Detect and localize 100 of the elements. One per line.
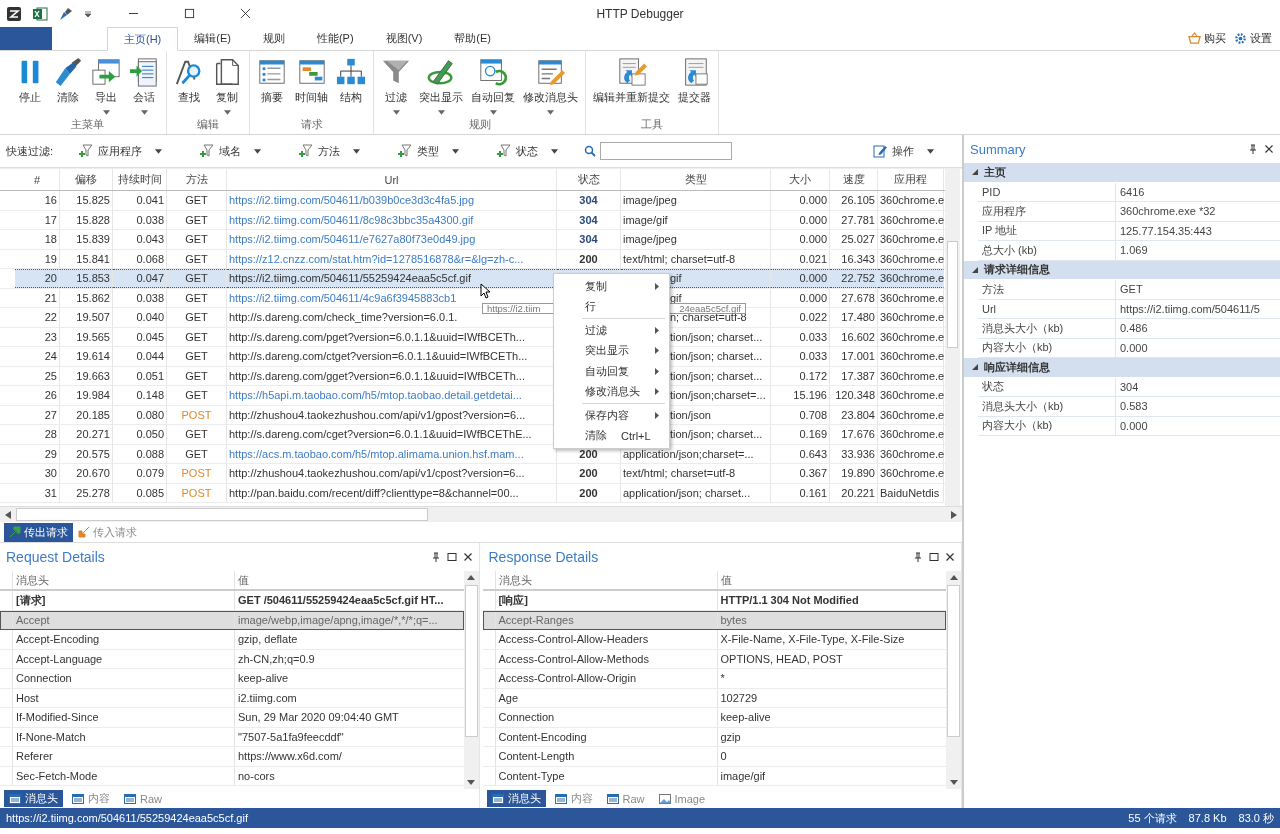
maximize-icon[interactable]	[929, 552, 939, 562]
scroll-up-icon[interactable]	[467, 575, 475, 580]
scrollbar[interactable]	[463, 571, 479, 789]
table-cell[interactable]: 25	[15, 366, 60, 385]
column-header[interactable]: 大小	[771, 169, 830, 190]
pin-icon[interactable]	[913, 552, 923, 562]
header-row[interactable]: Sec-Fetch-Mode no-cors	[0, 766, 464, 786]
maximize-icon[interactable]	[446, 552, 457, 562]
header-row[interactable]: Access-Control-Allow-Headers X-File-Name, X-File-Type, X-File-Size	[482, 630, 946, 650]
menu-item[interactable]: 自动回复	[554, 361, 669, 382]
menu-item[interactable]: 清除 Ctrl+L	[554, 425, 669, 446]
column-header[interactable]: 应用程	[878, 169, 944, 190]
menu-tab[interactable]: 性能(P)	[300, 27, 370, 50]
app-logo-icon[interactable]	[6, 5, 22, 22]
column-header[interactable]: 状态	[557, 169, 621, 190]
column-header[interactable]: 值	[234, 571, 464, 589]
scroll-down-icon[interactable]	[949, 780, 958, 785]
menu-item[interactable]: 行	[554, 296, 669, 317]
ribbon-button[interactable]: 查找	[170, 55, 208, 117]
menu-tab[interactable]: 编辑(E)	[178, 27, 247, 50]
maximize-icon[interactable]	[184, 8, 195, 19]
column-header[interactable]: 方法	[167, 169, 227, 190]
table-cell[interactable]: 29	[15, 444, 60, 463]
section-header[interactable]: 主页	[964, 163, 1280, 183]
header-row[interactable]: Content-Length 0	[482, 747, 946, 767]
view-tab[interactable]: Image	[653, 791, 711, 806]
header-row[interactable]: If-Modified-Since Sun, 29 Mar 2020 09:04:40 GMT	[0, 708, 464, 728]
scrollbar[interactable]	[945, 169, 960, 506]
table-cell[interactable]: 22	[15, 308, 60, 327]
scroll-up-icon[interactable]	[949, 575, 958, 580]
ribbon-button[interactable]: 导出	[87, 55, 125, 117]
header-row[interactable]: Accept-Ranges bytes	[482, 610, 946, 630]
header-row[interactable]: [请求] GET /504611/55259424eaa5c5cf.gif HT...	[0, 591, 464, 611]
column-header[interactable]: 消息头	[12, 571, 234, 589]
ribbon-button[interactable]: 修改消息头	[519, 55, 582, 117]
spreadsheet-icon[interactable]	[32, 5, 48, 22]
filter-dropdown[interactable]: 类型	[398, 143, 460, 159]
buy-button[interactable]: 购买	[1188, 27, 1226, 50]
table-cell[interactable]: 23	[15, 327, 60, 346]
scroll-right-icon[interactable]	[951, 510, 957, 519]
header-row[interactable]: Host i2.tiimg.com	[0, 688, 464, 708]
table-cell[interactable]: 19	[15, 249, 60, 268]
view-tab[interactable]: Raw	[119, 791, 167, 806]
ribbon-button[interactable]: 过滤	[377, 55, 415, 117]
view-tab[interactable]: 内容	[549, 790, 598, 807]
close-icon[interactable]	[945, 552, 955, 562]
header-row[interactable]: Age 102729	[482, 688, 946, 708]
header-row[interactable]: [响应] HTTP/1.1 304 Not Modified	[482, 591, 946, 611]
ribbon-button[interactable]: 复制	[208, 55, 246, 117]
menu-tab[interactable]: 视图(V)	[369, 27, 439, 50]
view-tab[interactable]: Raw	[601, 791, 650, 806]
ribbon-button[interactable]: 编辑并重新提交	[589, 55, 674, 117]
table-cell[interactable]: 30	[15, 464, 60, 483]
ribbon-button[interactable]: 清除	[49, 55, 87, 117]
menu-item[interactable]: 复制	[554, 276, 669, 297]
header-row[interactable]: If-None-Match "7507-5a1fa9feecddf"	[0, 727, 464, 747]
header-row[interactable]: Accept-Language zh-CN,zh;q=0.9	[0, 649, 464, 669]
scroll-left-icon[interactable]	[5, 510, 11, 519]
table-cell[interactable]: 17	[15, 210, 60, 229]
filter-dropdown[interactable]: 应用程序	[79, 143, 163, 159]
header-row[interactable]: Connection keep-alive	[482, 708, 946, 728]
ribbon-button[interactable]: 突出显示	[415, 55, 467, 117]
header-row[interactable]: Content-Encoding gzip	[482, 727, 946, 747]
brush-icon[interactable]	[58, 5, 74, 22]
ribbon-button[interactable]: 停止	[11, 55, 49, 117]
settings-button[interactable]: 设置	[1234, 27, 1272, 50]
pin-icon[interactable]	[430, 552, 441, 562]
actions-button[interactable]: 操作	[873, 143, 934, 159]
table-cell[interactable]: 24	[15, 347, 60, 366]
list-tab[interactable]: 传入请求	[73, 522, 142, 542]
menu-tab[interactable]: 主页(H)	[107, 27, 179, 51]
header-row[interactable]: Referer https://www.x6d.com/	[0, 747, 464, 767]
ribbon-button[interactable]: 提交器	[674, 55, 715, 117]
scrollbar[interactable]	[946, 571, 961, 789]
column-header[interactable]: 速度	[830, 169, 878, 190]
header-row[interactable]: Connection keep-alive	[0, 669, 464, 689]
close-icon[interactable]	[462, 552, 473, 562]
menu-tab[interactable]: 帮助(E)	[438, 27, 507, 50]
table-cell[interactable]: 26	[15, 386, 60, 405]
menu-item[interactable]: 保存内容	[554, 405, 669, 426]
section-header[interactable]: 响应详细信息	[964, 358, 1280, 378]
table-cell[interactable]: 21	[15, 288, 60, 307]
ribbon-button[interactable]: 会话	[125, 55, 163, 117]
column-header[interactable]: #	[15, 169, 60, 190]
table-cell[interactable]: 16	[15, 191, 60, 210]
ribbon-button[interactable]: 时间轴	[291, 55, 332, 117]
menu-item[interactable]: 突出显示	[554, 340, 669, 361]
close-icon[interactable]	[1264, 144, 1274, 154]
search-field[interactable]	[600, 142, 733, 160]
table-cell[interactable]: 31	[15, 483, 60, 502]
ribbon-button[interactable]: 自动回复	[467, 55, 519, 117]
scroll-down-icon[interactable]	[467, 780, 475, 785]
view-tab[interactable]: 内容	[67, 790, 115, 807]
table-cell[interactable]: 20	[15, 269, 60, 288]
column-header[interactable]: 类型	[621, 169, 771, 190]
menu-item[interactable]: 修改消息头	[554, 381, 669, 402]
section-header[interactable]: 请求详细信息	[964, 260, 1280, 280]
filter-dropdown[interactable]: 状态	[497, 143, 559, 159]
menu-tab[interactable]: 规则	[246, 27, 301, 50]
column-header[interactable]: 偏移	[60, 169, 113, 190]
